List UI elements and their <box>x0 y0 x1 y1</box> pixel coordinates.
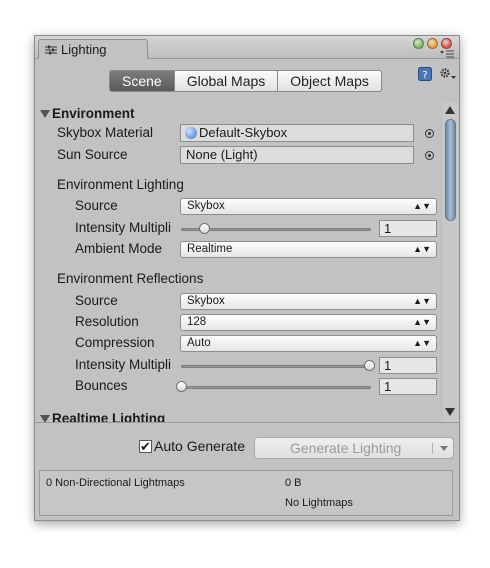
svg-text:?: ? <box>422 70 427 81</box>
lightmaps-size-value: 0 B <box>285 477 302 489</box>
sun-source-label: Sun Source <box>57 147 128 162</box>
sun-object-picker-icon[interactable] <box>425 151 434 160</box>
reflections-source-dropdown[interactable]: Skybox ▲▼ <box>180 293 437 310</box>
dropdown-arrows-icon: ▲▼ <box>413 201 431 211</box>
reflection-intensity-slider-knob[interactable] <box>364 360 375 371</box>
tab-scene[interactable]: Scene <box>109 70 175 92</box>
reflection-intensity-label: Intensity Multipli <box>75 357 172 372</box>
scroll-down-arrow-icon[interactable] <box>445 408 455 416</box>
dropdown-arrows-icon: ▲▼ <box>413 296 431 306</box>
dropdown-arrows-icon: ▲▼ <box>413 317 431 327</box>
tab-title: Lighting <box>61 42 107 57</box>
close-button[interactable] <box>441 38 452 49</box>
reflection-intensity-input[interactable]: 1 <box>379 357 437 374</box>
vertical-scrollbar[interactable] <box>443 102 458 422</box>
lighting-intensity-label: Intensity Multipli <box>75 220 172 235</box>
lighting-intensity-input[interactable]: 1 <box>379 220 437 237</box>
bounces-track[interactable] <box>181 386 371 389</box>
lightmaps-status: No Lightmaps <box>285 497 353 509</box>
panel-menu-icon[interactable] <box>440 50 454 58</box>
scroll-up-arrow-icon[interactable] <box>445 106 455 114</box>
reflection-intensity-track[interactable] <box>181 365 371 368</box>
checkmark-icon: ✔ <box>140 439 151 454</box>
dropdown-arrows-icon: ▲▼ <box>413 338 431 348</box>
material-sphere-icon <box>185 127 197 139</box>
resolution-value: 128 <box>187 316 207 328</box>
resolution-dropdown[interactable]: 128 ▲▼ <box>180 314 437 331</box>
resolution-label: Resolution <box>75 314 139 329</box>
compression-dropdown[interactable]: Auto ▲▼ <box>180 335 437 352</box>
skybox-material-field[interactable]: Default-Skybox <box>180 124 414 142</box>
tab-object-maps[interactable]: Object Maps <box>278 70 382 92</box>
realtime-lighting-heading: Realtime Lighting <box>52 411 166 422</box>
ambient-mode-label: Ambient Mode <box>75 241 163 256</box>
lighting-intensity-slider-knob[interactable] <box>199 223 211 234</box>
auto-generate-checkbox[interactable]: ✔ <box>139 440 152 453</box>
lighting-tab[interactable]: Lighting <box>38 39 148 59</box>
bounces-input[interactable]: 1 <box>379 378 437 395</box>
environment-reflections-heading: Environment Reflections <box>57 271 204 286</box>
skybox-object-picker-icon[interactable] <box>425 129 434 138</box>
foldout-arrow-icon[interactable] <box>40 415 50 422</box>
zoom-button[interactable] <box>413 38 424 49</box>
lighting-source-label: Source <box>75 198 118 213</box>
skybox-material-label: Skybox Material <box>57 125 154 140</box>
help-book-icon[interactable]: ? <box>418 67 432 81</box>
foldout-arrow-icon[interactable] <box>40 110 50 118</box>
lightmaps-count-label: 0 Non-Directional Lightmaps <box>46 477 185 489</box>
skybox-material-value: Default-Skybox <box>199 125 288 140</box>
window-tab-strip: Lighting <box>35 36 459 59</box>
compression-label: Compression <box>75 335 155 350</box>
generate-options-arrow-icon[interactable] <box>440 446 448 451</box>
generate-lighting-label: Generate Lighting <box>290 440 402 456</box>
reflections-source-value: Skybox <box>187 295 225 307</box>
ambient-mode-dropdown[interactable]: Realtime ▲▼ <box>180 241 437 258</box>
lightmap-info-box: 0 Non-Directional Lightmaps 0 B No Light… <box>39 470 453 516</box>
compression-value: Auto <box>187 337 211 349</box>
bounces-label: Bounces <box>75 378 128 393</box>
mode-tab-bar: Scene Global Maps Object Maps <box>109 70 382 92</box>
lighting-source-value: Skybox <box>187 200 225 212</box>
minimize-button[interactable] <box>427 38 438 49</box>
scrollbar-thumb[interactable] <box>445 119 456 221</box>
generate-divider <box>432 443 433 454</box>
settings-gear-icon[interactable] <box>439 67 457 81</box>
tab-global-maps[interactable]: Global Maps <box>174 70 279 92</box>
environment-heading: Environment <box>52 106 135 121</box>
dropdown-arrows-icon: ▲▼ <box>413 244 431 254</box>
auto-generate-label: Auto Generate <box>154 438 246 454</box>
reflections-source-label: Source <box>75 293 118 308</box>
ambient-mode-value: Realtime <box>187 243 233 255</box>
lighting-icon <box>45 45 57 55</box>
lighting-window: Lighting Scene Global Maps Object Maps ?… <box>34 35 460 521</box>
lighting-source-dropdown[interactable]: Skybox ▲▼ <box>180 198 437 215</box>
sun-source-field[interactable]: None (Light) <box>180 146 414 164</box>
generate-lighting-button[interactable]: Generate Lighting <box>254 437 454 459</box>
bounces-slider-knob[interactable] <box>175 381 187 392</box>
environment-lighting-heading: Environment Lighting <box>57 177 184 192</box>
environment-panel: Environment Skybox Material Default-Skyb… <box>35 102 442 422</box>
